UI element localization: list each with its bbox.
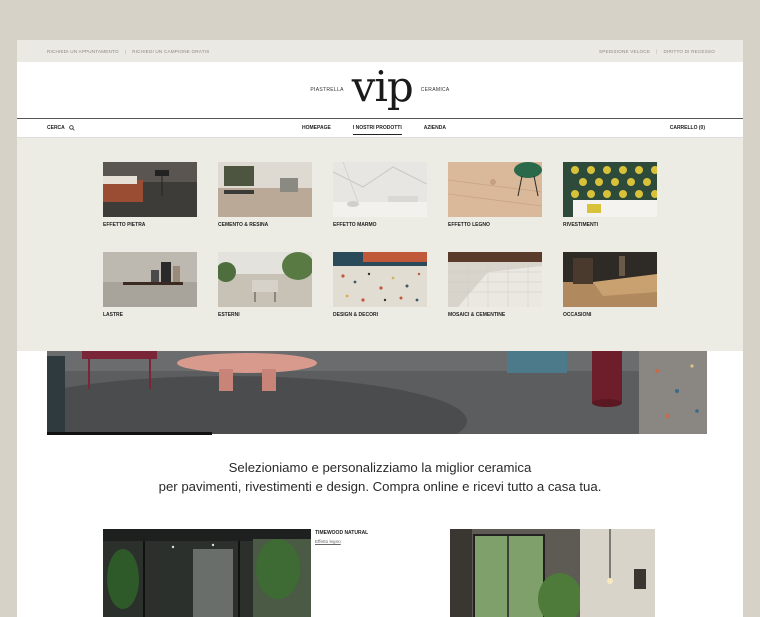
terrazzo-thumb	[333, 252, 427, 307]
category-wall-coverings[interactable]: RIVESTIMENTI	[563, 162, 657, 228]
outdoor-terrace-thumb	[218, 252, 312, 307]
patterned-tile-thumb	[563, 162, 657, 217]
tagline-line-1: Selezioniamo e personalizziamo la miglio…	[228, 460, 532, 475]
logo-left-text: PIASTRELLA	[310, 87, 344, 93]
mosaic-thumb	[448, 252, 542, 307]
wood-floor-thumb	[448, 162, 542, 217]
hero-banner[interactable]	[47, 351, 707, 434]
tagline-line-2: per pavimenti, rivestimenti e design. Co…	[158, 479, 602, 494]
main-navigation: CERCA HOMEPAGE I NOSTRI PRODOTTI AZIENDA…	[17, 118, 743, 138]
fast-shipping-link[interactable]: SPEDIZIONE VELOCE	[599, 49, 650, 54]
category-marble-effect[interactable]: Effetto MARMO	[333, 162, 427, 228]
tagline: Selezioniamo e personalizziamo la miglio…	[17, 458, 743, 496]
search-button[interactable]: CERCA	[47, 125, 75, 131]
category-mosaics-cementine[interactable]: MOSAICI & CEMENTINE	[448, 252, 542, 318]
separator: |	[124, 48, 127, 54]
hero-image	[47, 351, 707, 434]
category-stone-effect[interactable]: Effetto PIETRA	[103, 162, 197, 228]
cart-link[interactable]: CARRELLO (0)	[670, 125, 705, 131]
category-label: CEMENTO & RESINA	[218, 222, 269, 228]
request-appointment-link[interactable]: RICHIEDI UN APPUNTAMENTO	[47, 49, 119, 54]
category-offers[interactable]: OCCASIONI	[563, 252, 657, 318]
product-subtitle[interactable]: Effetto legno	[315, 539, 368, 544]
product-image-left[interactable]	[103, 529, 311, 617]
nav-company[interactable]: AZIENDA	[424, 125, 446, 135]
request-sample-link[interactable]: RICHIEDI UN CAMPIONE GRATIS	[132, 49, 209, 54]
category-design-decor[interactable]: DESIGN & DECORI	[333, 252, 427, 318]
site-logo[interactable]: vip	[352, 66, 414, 108]
category-label: Effetto MARMO	[333, 222, 377, 228]
category-wood-effect[interactable]: Effetto LEGNO	[448, 162, 542, 228]
marble-bathroom-thumb	[333, 162, 427, 217]
category-outdoor[interactable]: ESTERNI	[218, 252, 312, 318]
product-image-right[interactable]	[450, 529, 655, 617]
offers-thumb	[563, 252, 657, 307]
stone-interior-thumb	[103, 162, 197, 217]
slab-wall-thumb	[103, 252, 197, 307]
browser-page: RICHIEDI UN APPUNTAMENTO | RICHIEDI UN C…	[17, 40, 743, 617]
category-label: OCCASIONI	[563, 312, 592, 318]
category-label: ESTERNI	[218, 312, 240, 318]
category-label: MOSAICI & CEMENTINE	[448, 312, 506, 318]
category-slabs[interactable]: LASTRE	[103, 252, 197, 318]
search-icon	[68, 125, 75, 131]
slider-progress-bar	[47, 432, 212, 435]
right-of-withdrawal-link[interactable]: DIRITTO DI RECESSO	[664, 49, 716, 54]
nav-homepage[interactable]: HOMEPAGE	[302, 125, 331, 135]
logo-header: PIASTRELLA vip CERAMICA	[17, 62, 743, 118]
category-label: Effetto LEGNO	[448, 222, 490, 228]
category-label: DESIGN & DECORI	[333, 312, 379, 318]
product-title[interactable]: TIMEWOOD NATURAL	[315, 530, 368, 536]
category-concrete-resin[interactable]: CEMENTO & RESINA	[218, 162, 312, 228]
separator: |	[656, 48, 658, 54]
category-label: Effetto PIETRA	[103, 222, 146, 228]
category-label: LASTRE	[103, 312, 123, 318]
logo-right-text: CERAMICA	[420, 87, 450, 93]
utility-bar: RICHIEDI UN APPUNTAMENTO | RICHIEDI UN C…	[17, 40, 743, 62]
category-label: RIVESTIMENTI	[563, 222, 599, 228]
products-mega-menu: Effetto PIETRA CEMENTO & RESINA	[17, 138, 743, 351]
nav-our-products[interactable]: I NOSTRI PRODOTTI	[352, 125, 402, 135]
concrete-interior-thumb	[218, 162, 312, 217]
product-info: TIMEWOOD NATURAL Effetto legno	[315, 530, 368, 544]
search-label: CERCA	[47, 125, 65, 131]
